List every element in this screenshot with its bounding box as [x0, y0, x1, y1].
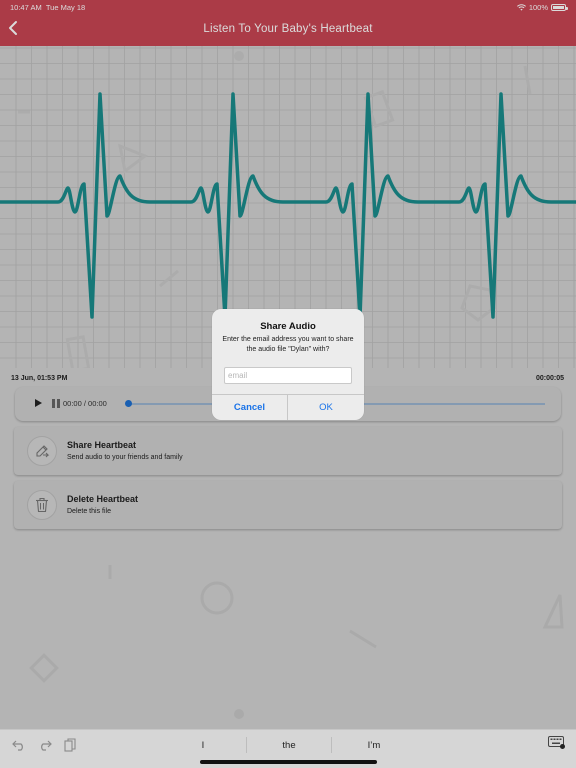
share-audio-dialog: Share Audio Enter the email address you …	[212, 309, 364, 420]
cancel-button[interactable]: Cancel	[212, 395, 288, 420]
dialog-buttons: Cancel OK	[212, 394, 364, 420]
suggestion-2[interactable]: the	[247, 740, 331, 751]
dialog-message: Enter the email address you want to shar…	[222, 336, 354, 353]
ok-button[interactable]: OK	[288, 395, 364, 420]
dialog-title: Share Audio	[260, 321, 316, 332]
email-field[interactable]	[224, 367, 352, 384]
paste-icon[interactable]	[64, 738, 76, 757]
home-indicator	[200, 760, 377, 764]
suggestion-1[interactable]: I	[160, 740, 246, 751]
suggestion-3[interactable]: I’m	[332, 740, 416, 751]
redo-icon[interactable]	[38, 738, 52, 756]
undo-icon[interactable]	[12, 738, 26, 756]
keyboard-dismiss-icon[interactable]	[548, 736, 566, 755]
